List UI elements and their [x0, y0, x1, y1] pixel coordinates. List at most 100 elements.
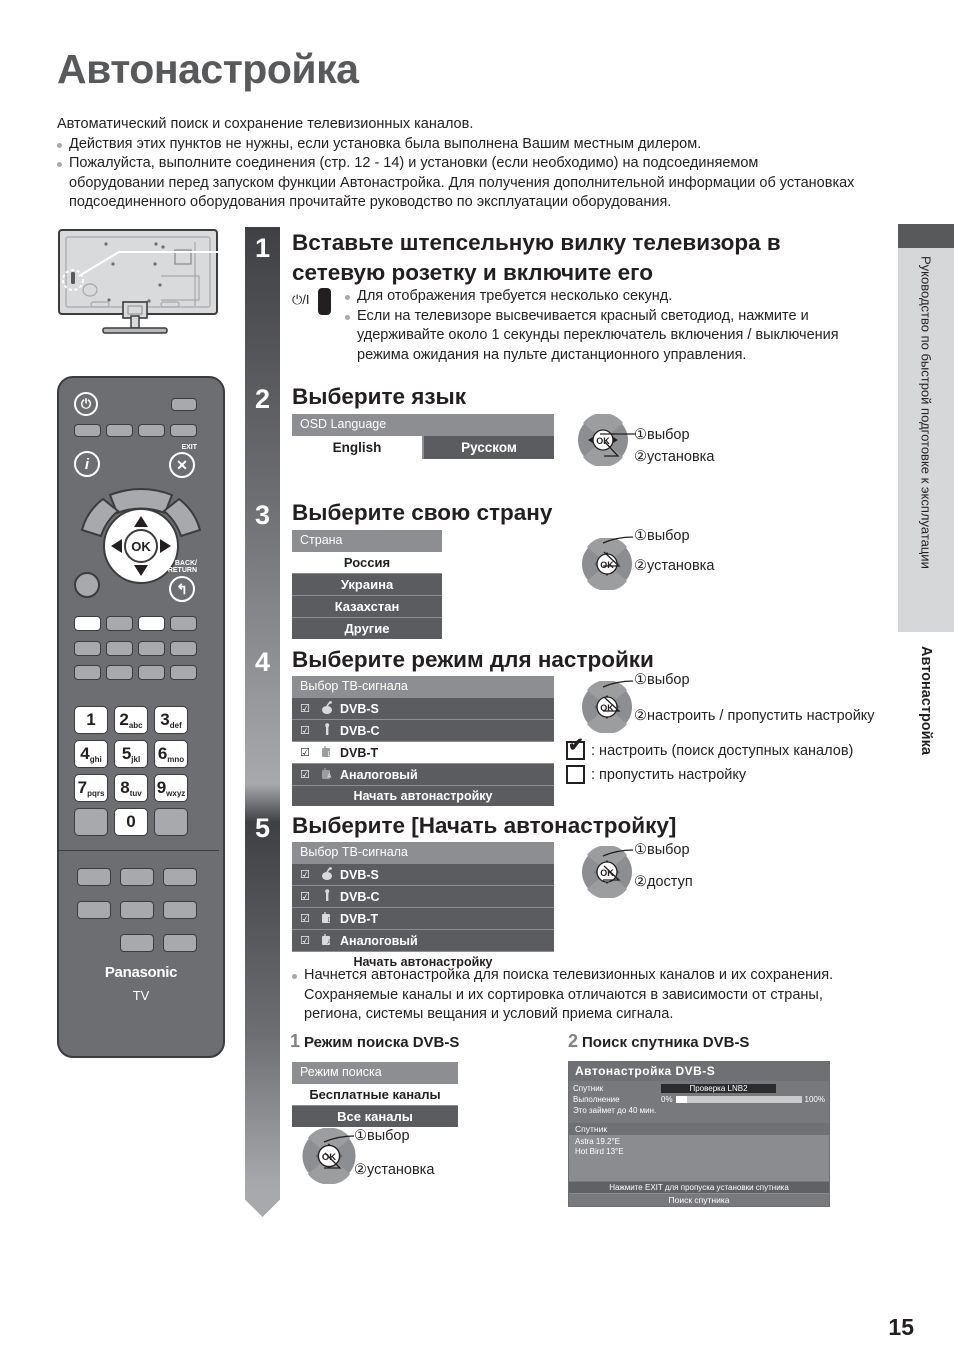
- remote-row4-btn-2[interactable]: [106, 665, 133, 680]
- osd-start-autotune-step4[interactable]: Начать автонастройку: [292, 786, 554, 806]
- dvbs-satellite-list: Astra 19.2°E Hot Bird 13°E: [569, 1135, 829, 1181]
- dvbs-satellite-label: Спутник: [573, 1084, 604, 1093]
- remote-key-9[interactable]: 9 wxyz: [154, 774, 188, 802]
- legend-row-tune: : настроить (поиск доступных каналов): [566, 736, 853, 760]
- checkbox-legend: : настроить (поиск доступных каналов) : …: [566, 736, 853, 789]
- remote-key-right-blank[interactable]: [154, 808, 188, 836]
- osd-country-row-other[interactable]: Другие: [292, 618, 442, 639]
- remote-row4-btn-1[interactable]: [74, 665, 101, 680]
- remote-key-9-digit: 9: [156, 778, 167, 797]
- remote-bottom-btn-2[interactable]: [120, 868, 154, 886]
- signal-row-dvb-s-step5[interactable]: ☑ DVB-S: [292, 864, 554, 885]
- remote-key-4[interactable]: 4 ghi: [74, 740, 108, 768]
- remote-key-0[interactable]: 0: [114, 808, 148, 836]
- remote-color-btn-1[interactable]: [74, 616, 101, 631]
- remote-round-button[interactable]: [74, 572, 100, 598]
- remote-bottom-btn-5[interactable]: [120, 901, 154, 919]
- remote-row4-btn-3[interactable]: [138, 665, 165, 680]
- remote-color-btn-4[interactable]: [170, 616, 197, 631]
- remote-row1-btn-4[interactable]: [170, 424, 197, 437]
- remote-key-7[interactable]: 7 pqrs: [74, 774, 108, 802]
- osd-country-row-ukraine[interactable]: Украина: [292, 574, 442, 595]
- remote-key-8[interactable]: 8 tuv: [114, 774, 148, 802]
- dvbs-list-item-2[interactable]: Hot Bird 13°E: [575, 1147, 823, 1157]
- checkbox-analogue-step4[interactable]: ☑: [296, 768, 314, 781]
- signal-row-dvb-t-step4[interactable]: ☑ D DVB-T: [292, 742, 554, 763]
- checkbox-dvb-c-step5[interactable]: ☑: [296, 890, 314, 903]
- remote-row4-btn-4[interactable]: [170, 665, 197, 680]
- osd-language-option-english[interactable]: English: [292, 436, 422, 459]
- osd-search-mode-all[interactable]: Все каналы: [292, 1106, 458, 1127]
- checkbox-dvb-t-step4[interactable]: ☑: [296, 746, 314, 759]
- remote-control-illustration: ⏻ i EXIT ✕ OK BACK/ RETURN ↰ 1 2 abc 3 def: [57, 376, 225, 1058]
- signal-row-dvb-s-step4[interactable]: ☑ DVB-S: [292, 698, 554, 719]
- signal-row-analogue-step4[interactable]: ☑ A Аналоговый: [292, 764, 554, 785]
- dvbs-eta-note: Это займет до 40 мин.: [573, 1106, 657, 1115]
- dvbs-list-item-1[interactable]: Astra 19.2°E: [575, 1137, 823, 1147]
- remote-row1-btn-2[interactable]: [106, 424, 133, 437]
- osd-country-row-kazakhstan[interactable]: Казахстан: [292, 596, 442, 617]
- empty-box-icon: [566, 765, 585, 784]
- signal-row-analogue-step5[interactable]: ☑ A Аналоговый: [292, 930, 554, 951]
- satellite-icon: [314, 866, 340, 884]
- remote-key-8-digit: 8: [120, 778, 130, 797]
- remote-key-6[interactable]: 6 mno: [154, 740, 188, 768]
- remote-exit-button[interactable]: ✕: [169, 452, 195, 478]
- remote-row1-btn-1[interactable]: [74, 424, 101, 437]
- remote-key-5[interactable]: 5 jkl: [114, 740, 148, 768]
- remote-row3-btn-4[interactable]: [170, 641, 197, 656]
- remote-bottom-btn-1[interactable]: [77, 868, 111, 886]
- signal-label-dvb-s-step4: DVB-S: [340, 701, 379, 716]
- checkbox-dvb-c-step4[interactable]: ☑: [296, 724, 314, 737]
- remote-bottom-btn-8[interactable]: [163, 934, 197, 952]
- checkbox-dvb-s-step5[interactable]: ☑: [296, 868, 314, 881]
- remote-key-6-letters: mno: [167, 755, 185, 764]
- osd-language-option-russian[interactable]: Русском: [424, 436, 554, 459]
- remote-row3-btn-2[interactable]: [106, 641, 133, 656]
- step-number-1: 1: [254, 232, 271, 263]
- dvbs-progress-fill: [675, 1096, 687, 1103]
- signal-row-dvb-c-step4[interactable]: ☑ DVB-C: [292, 720, 554, 741]
- osd-search-mode-free[interactable]: Бесплатные каналы: [292, 1084, 458, 1105]
- remote-key-2[interactable]: 2 abc: [114, 706, 148, 734]
- remote-row3-btn-3[interactable]: [138, 641, 165, 656]
- remote-back-button[interactable]: ↰: [169, 576, 195, 602]
- signal-row-dvb-t-step5[interactable]: ☑ D DVB-T: [292, 908, 554, 929]
- dvbs-footer-action[interactable]: Поиск спутника: [569, 1193, 829, 1206]
- step-number-2: 2: [254, 383, 271, 414]
- step-1-bullet-1: Для отображения требуется несколько секу…: [345, 287, 860, 307]
- step-3-callout-leader: [602, 536, 634, 567]
- svg-text:OK: OK: [131, 539, 151, 554]
- signal-label-dvb-s-step5: DVB-S: [340, 867, 379, 882]
- remote-bottom-btn-6[interactable]: [163, 901, 197, 919]
- checkbox-analogue-step5[interactable]: ☑: [296, 934, 314, 947]
- remote-top-right-button[interactable]: [171, 398, 197, 411]
- step-3-heading: Выберите свою страну: [292, 500, 553, 525]
- after-autotune-note: Начнется автонастройка для поиска телеви…: [292, 966, 870, 1025]
- remote-power-button[interactable]: ⏻: [74, 392, 98, 416]
- checkbox-dvb-s-step4[interactable]: ☑: [296, 702, 314, 715]
- remote-bottom-btn-3[interactable]: [163, 868, 197, 886]
- remote-key-1[interactable]: 1: [74, 706, 108, 734]
- remote-key-left-blank[interactable]: [74, 808, 108, 836]
- signal-row-dvb-c-step5[interactable]: ☑ DVB-C: [292, 886, 554, 907]
- remote-row3-btn-1[interactable]: [74, 641, 101, 656]
- substep-2-title: Поиск спутника DVB-S: [582, 1034, 750, 1051]
- remote-color-btn-3[interactable]: [138, 616, 165, 631]
- search-mode-callout-1: ①выбор: [354, 1128, 410, 1144]
- osd-tv-signal-title-step4: Выбор ТВ-сигнала: [292, 676, 554, 697]
- step-2-heading: Выберите язык: [292, 384, 467, 409]
- remote-row1-btn-3[interactable]: [138, 424, 165, 437]
- remote-color-btn-2[interactable]: [106, 616, 133, 631]
- remote-key-3[interactable]: 3 def: [154, 706, 188, 734]
- checked-box-icon: [566, 736, 585, 760]
- step-indicator-arrow: [245, 1187, 280, 1217]
- step-4-callout-2: ②настроить / пропустить настройку: [634, 708, 875, 724]
- remote-bottom-btn-7[interactable]: [120, 934, 154, 952]
- substep-1: 1 Режим поиска DVB-S: [290, 1031, 459, 1052]
- osd-country-row-russia[interactable]: Россия: [292, 552, 442, 573]
- remote-info-button[interactable]: i: [74, 451, 100, 477]
- checkbox-dvb-t-step5[interactable]: ☑: [296, 912, 314, 925]
- remote-key-2-letters: abc: [128, 721, 143, 730]
- remote-bottom-btn-4[interactable]: [77, 901, 111, 919]
